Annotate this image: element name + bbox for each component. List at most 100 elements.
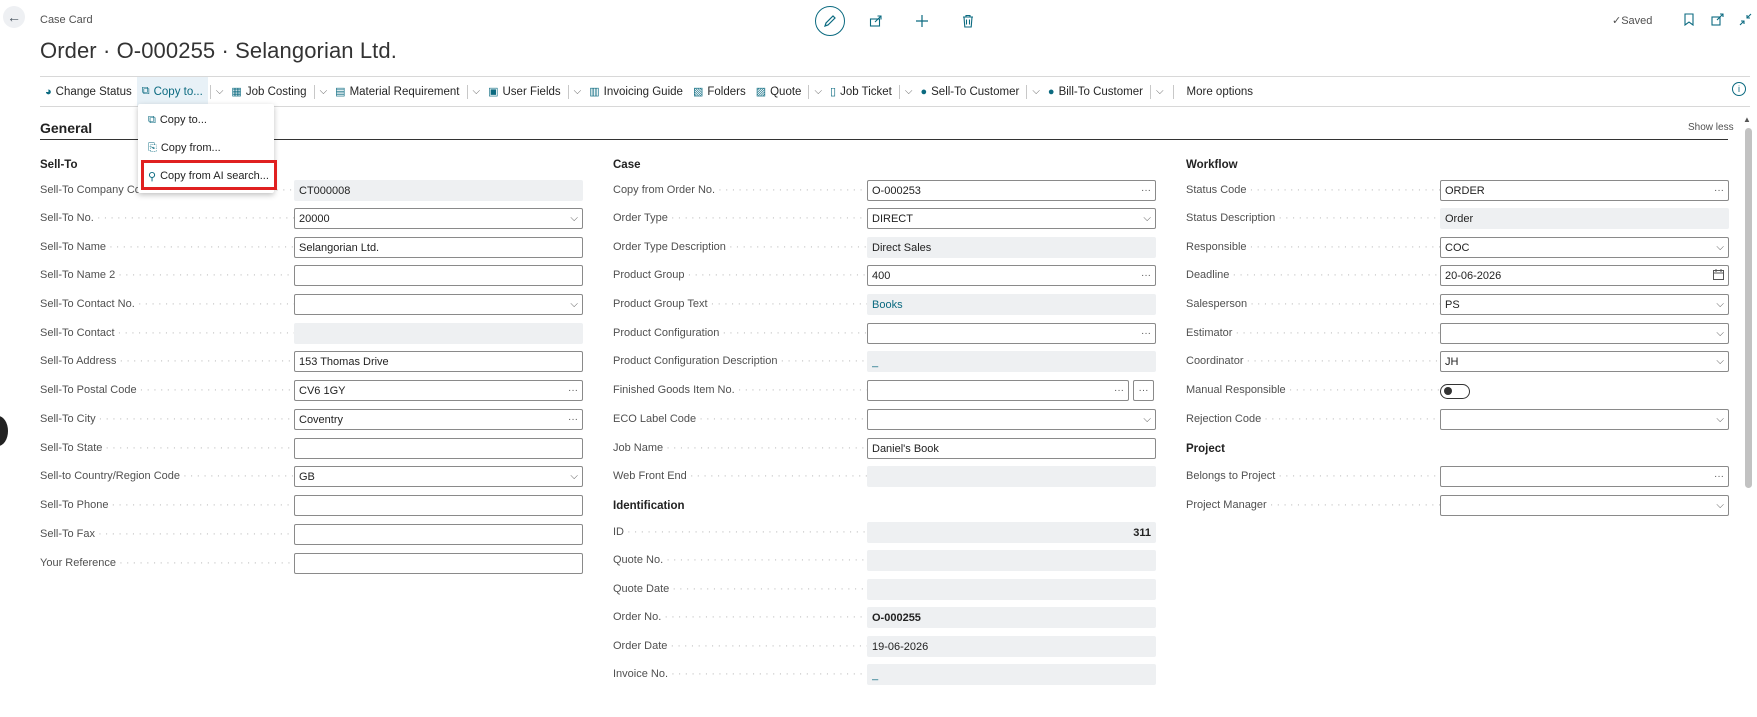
- menu-item-copy-to[interactable]: ⧉ Copy to...: [138, 106, 274, 134]
- belongs-to-project-field[interactable]: ···: [1440, 466, 1729, 487]
- your-reference-field[interactable]: [294, 553, 583, 574]
- rejection-code-field[interactable]: ⌵: [1440, 409, 1729, 430]
- material-requirement-action[interactable]: ▤ Material Requirement: [330, 77, 464, 106]
- share-button[interactable]: [853, 7, 899, 35]
- product-configuration-field[interactable]: ···: [867, 323, 1156, 344]
- info-icon[interactable]: i: [1732, 82, 1746, 96]
- sell-to-name-2-field[interactable]: [294, 265, 583, 286]
- label-sell-to-contact: Sell-To Contact: [40, 327, 295, 339]
- chevron-down-icon[interactable]: ⌵: [902, 86, 916, 97]
- chevron-down-icon: ⌵: [1716, 414, 1724, 425]
- deadline-field[interactable]: 20-06-2026: [1440, 265, 1729, 286]
- product-group-text-field[interactable]: Books: [867, 294, 1156, 315]
- manual-responsible-toggle[interactable]: [1440, 384, 1470, 399]
- finished-goods-item-no-field[interactable]: ···: [867, 380, 1129, 401]
- edit-button[interactable]: [815, 6, 845, 36]
- label-sell-to-state: Sell-To State: [40, 442, 295, 454]
- chevron-down-icon[interactable]: ⌵: [1153, 86, 1167, 97]
- invoicing-guide-action[interactable]: ▥ Invoicing Guide: [584, 77, 688, 106]
- change-status-action[interactable]: ◕ Change Status: [40, 77, 137, 106]
- sell-to-country-region-code-field[interactable]: GB ⌵: [294, 466, 583, 487]
- label-salesperson: Salesperson: [1186, 298, 1441, 310]
- ellipsis-icon[interactable]: ···: [568, 385, 578, 396]
- label-sell-to-phone: Sell-To Phone: [40, 499, 295, 511]
- sell-to-state-field[interactable]: [294, 438, 583, 459]
- copy-icon: ⧉: [148, 113, 156, 126]
- user-fields-action[interactable]: ▣ User Fields: [483, 77, 566, 106]
- folders-action[interactable]: ▧ Folders: [688, 77, 751, 106]
- product-configuration-description-field[interactable]: _: [867, 351, 1156, 372]
- order-type-description-field: Direct Sales: [867, 237, 1156, 258]
- label-sell-to-postal-code: Sell-To Postal Code: [40, 384, 295, 396]
- sell-to-name-field[interactable]: Selangorian Ltd.: [294, 237, 583, 258]
- more-options-action[interactable]: More options: [1182, 77, 1258, 106]
- ellipsis-icon[interactable]: ···: [1141, 185, 1151, 196]
- collapse-icon[interactable]: [1736, 10, 1754, 28]
- delete-button[interactable]: [945, 7, 991, 35]
- project-manager-field[interactable]: ⌵: [1440, 495, 1729, 516]
- quote-action[interactable]: ▨ Quote: [751, 77, 807, 106]
- responsible-field[interactable]: COC ⌵: [1440, 237, 1729, 258]
- window-controls: [1680, 10, 1754, 28]
- chevron-down-icon[interactable]: ⌵: [213, 86, 227, 97]
- ellipsis-icon[interactable]: ···: [1114, 385, 1124, 396]
- job-ticket-action[interactable]: ▯ Job Ticket: [825, 77, 897, 106]
- chevron-down-icon[interactable]: ⌵: [811, 86, 825, 97]
- status-code-field[interactable]: ORDER ···: [1440, 180, 1729, 201]
- show-less-link[interactable]: Show less: [1688, 122, 1734, 133]
- chevron-down-icon[interactable]: ⌵: [571, 86, 585, 97]
- side-panel-handle[interactable]: [0, 416, 8, 446]
- ellipsis-icon[interactable]: ···: [1141, 270, 1151, 281]
- quote-date-field: [867, 579, 1156, 600]
- sell-to-contact-no-field[interactable]: ⌵: [294, 294, 583, 315]
- sell-to-customer-action[interactable]: ● Sell-To Customer: [915, 77, 1024, 106]
- label-product-configuration: Product Configuration: [613, 327, 868, 339]
- coordinator-field[interactable]: JH ⌵: [1440, 351, 1729, 372]
- divider: [1172, 84, 1174, 99]
- scrollbar-thumb[interactable]: [1745, 128, 1752, 488]
- ellipsis-icon[interactable]: ···: [568, 414, 578, 425]
- salesperson-field[interactable]: PS ⌵: [1440, 294, 1729, 315]
- label-product-group-text: Product Group Text: [613, 298, 868, 310]
- sell-to-no-field[interactable]: 20000 ⌵: [294, 208, 583, 229]
- back-button[interactable]: ←: [3, 6, 25, 28]
- open-new-window-icon[interactable]: [1708, 10, 1726, 28]
- estimator-field[interactable]: ⌵: [1440, 323, 1729, 344]
- invoice-no-field[interactable]: _: [867, 664, 1156, 685]
- sell-to-address-field[interactable]: 153 Thomas Drive: [294, 351, 583, 372]
- bill-to-customer-action[interactable]: ● Bill-To Customer: [1043, 77, 1148, 106]
- eco-label-code-field[interactable]: ⌵: [867, 409, 1156, 430]
- label-finished-goods-item-no: Finished Goods Item No.: [613, 384, 868, 396]
- label-product-group: Product Group: [613, 269, 868, 281]
- label-quote-date: Quote Date: [613, 583, 868, 595]
- ellipsis-icon[interactable]: ···: [1141, 328, 1151, 339]
- label-copy-from-order-no: Copy from Order No.: [613, 184, 868, 196]
- job-ticket-icon: ▯: [830, 86, 837, 98]
- label-order-no: Order No.: [613, 611, 868, 623]
- menu-item-copy-from[interactable]: ⎘ Copy from...: [138, 134, 274, 162]
- calendar-icon[interactable]: [1713, 268, 1724, 283]
- finished-goods-extra-button[interactable]: ···: [1133, 380, 1154, 401]
- scroll-up-arrow[interactable]: ▲: [1743, 115, 1751, 124]
- product-group-field[interactable]: 400 ···: [867, 265, 1156, 286]
- sell-to-fax-field[interactable]: [294, 524, 583, 545]
- section-title-general[interactable]: General: [40, 120, 92, 136]
- label-web-front-end: Web Front End: [613, 470, 868, 482]
- job-costing-action[interactable]: ▦ Job Costing: [226, 77, 311, 106]
- arrow-left-icon: ←: [7, 9, 21, 25]
- chevron-down-icon[interactable]: ⌵: [317, 86, 331, 97]
- ellipsis-icon[interactable]: ···: [1714, 185, 1724, 196]
- bookmark-icon[interactable]: [1680, 10, 1698, 28]
- sell-to-city-field[interactable]: Coventry ···: [294, 409, 583, 430]
- chevron-down-icon[interactable]: ⌵: [470, 86, 484, 97]
- order-date-field: 19-06-2026: [867, 636, 1156, 657]
- chevron-down-icon[interactable]: ⌵: [1029, 86, 1043, 97]
- order-type-field[interactable]: DIRECT ⌵: [867, 208, 1156, 229]
- copy-to-action[interactable]: ⧉ Copy to...: [136, 77, 208, 106]
- new-button[interactable]: [899, 7, 945, 35]
- ellipsis-icon[interactable]: ···: [1714, 471, 1724, 482]
- copy-from-order-no-field[interactable]: O-000253 ···: [867, 180, 1156, 201]
- job-name-field[interactable]: Daniel's Book: [867, 438, 1156, 459]
- sell-to-phone-field[interactable]: [294, 495, 583, 516]
- sell-to-postal-code-field[interactable]: CV6 1GY ···: [294, 380, 583, 401]
